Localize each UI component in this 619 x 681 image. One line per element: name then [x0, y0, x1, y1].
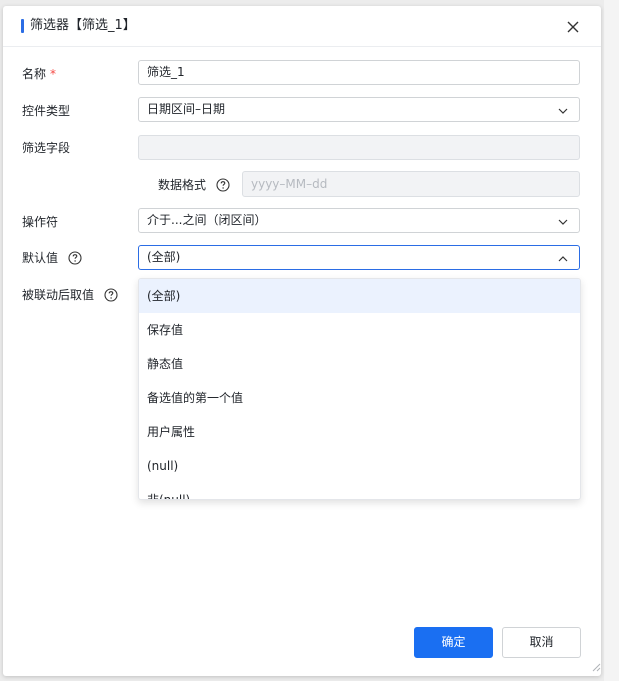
chevron-down-icon	[558, 219, 568, 225]
name-input[interactable]: 筛选_1	[138, 60, 580, 85]
chevron-down-icon	[558, 108, 568, 114]
required-mark: *	[50, 67, 57, 81]
filter-dialog: 筛选器【筛选_1】 名称 * 筛选_1 控件类型 日期区间–日期 筛选字段 数据格…	[3, 6, 601, 676]
filter-field-label: 筛选字段	[22, 141, 71, 155]
data-format-placeholder: yyyy–MM–dd	[251, 177, 328, 191]
operator-label: 操作符	[22, 215, 59, 229]
default-value-dropdown[interactable]: (全部) 保存值 静态值 备选值的第一个值 用户属性 (null) 非(null…	[138, 278, 581, 500]
data-format-input: yyyy–MM–dd	[242, 171, 580, 197]
help-icon[interactable]	[216, 178, 230, 192]
operator-value: 介于...之间（闭区间）	[147, 213, 267, 227]
dropdown-option-saved[interactable]: 保存值	[139, 313, 580, 347]
dropdown-option-null[interactable]: (null)	[139, 449, 580, 483]
dropdown-option-user-attribute[interactable]: 用户属性	[139, 415, 580, 449]
help-icon[interactable]	[104, 288, 118, 302]
control-type-value: 日期区间–日期	[147, 102, 226, 116]
default-value-select[interactable]: (全部)	[138, 245, 580, 270]
dialog-title: 筛选器【筛选_1】	[30, 18, 136, 33]
dialog-header: 筛选器【筛选_1】	[3, 6, 601, 47]
close-icon[interactable]	[565, 19, 581, 35]
control-type-select[interactable]: 日期区间–日期	[138, 97, 580, 122]
confirm-button[interactable]: 确定	[414, 627, 493, 658]
operator-select[interactable]: 介于...之间（闭区间）	[138, 208, 580, 233]
background-strip	[604, 0, 619, 681]
filter-field-input	[138, 135, 580, 160]
help-icon[interactable]	[68, 251, 82, 265]
linked-value-label: 被联动后取值	[22, 287, 118, 303]
default-value-label: 默认值	[22, 250, 82, 266]
cancel-button[interactable]: 取消	[502, 627, 581, 658]
default-value-value: (全部)	[147, 250, 181, 264]
name-input-value: 筛选_1	[147, 65, 185, 79]
name-label: 名称 *	[22, 67, 57, 81]
title-accent-bar	[21, 19, 24, 33]
dropdown-option-not-null[interactable]: 非(null)	[139, 483, 580, 499]
control-type-label: 控件类型	[22, 104, 71, 118]
data-format-label: 数据格式	[158, 177, 230, 193]
dropdown-option-first-candidate[interactable]: 备选值的第一个值	[139, 381, 580, 415]
chevron-up-icon	[558, 256, 568, 262]
dropdown-option-all[interactable]: (全部)	[139, 279, 580, 313]
dropdown-option-static[interactable]: 静态值	[139, 347, 580, 381]
resize-grip-icon[interactable]	[591, 662, 601, 672]
